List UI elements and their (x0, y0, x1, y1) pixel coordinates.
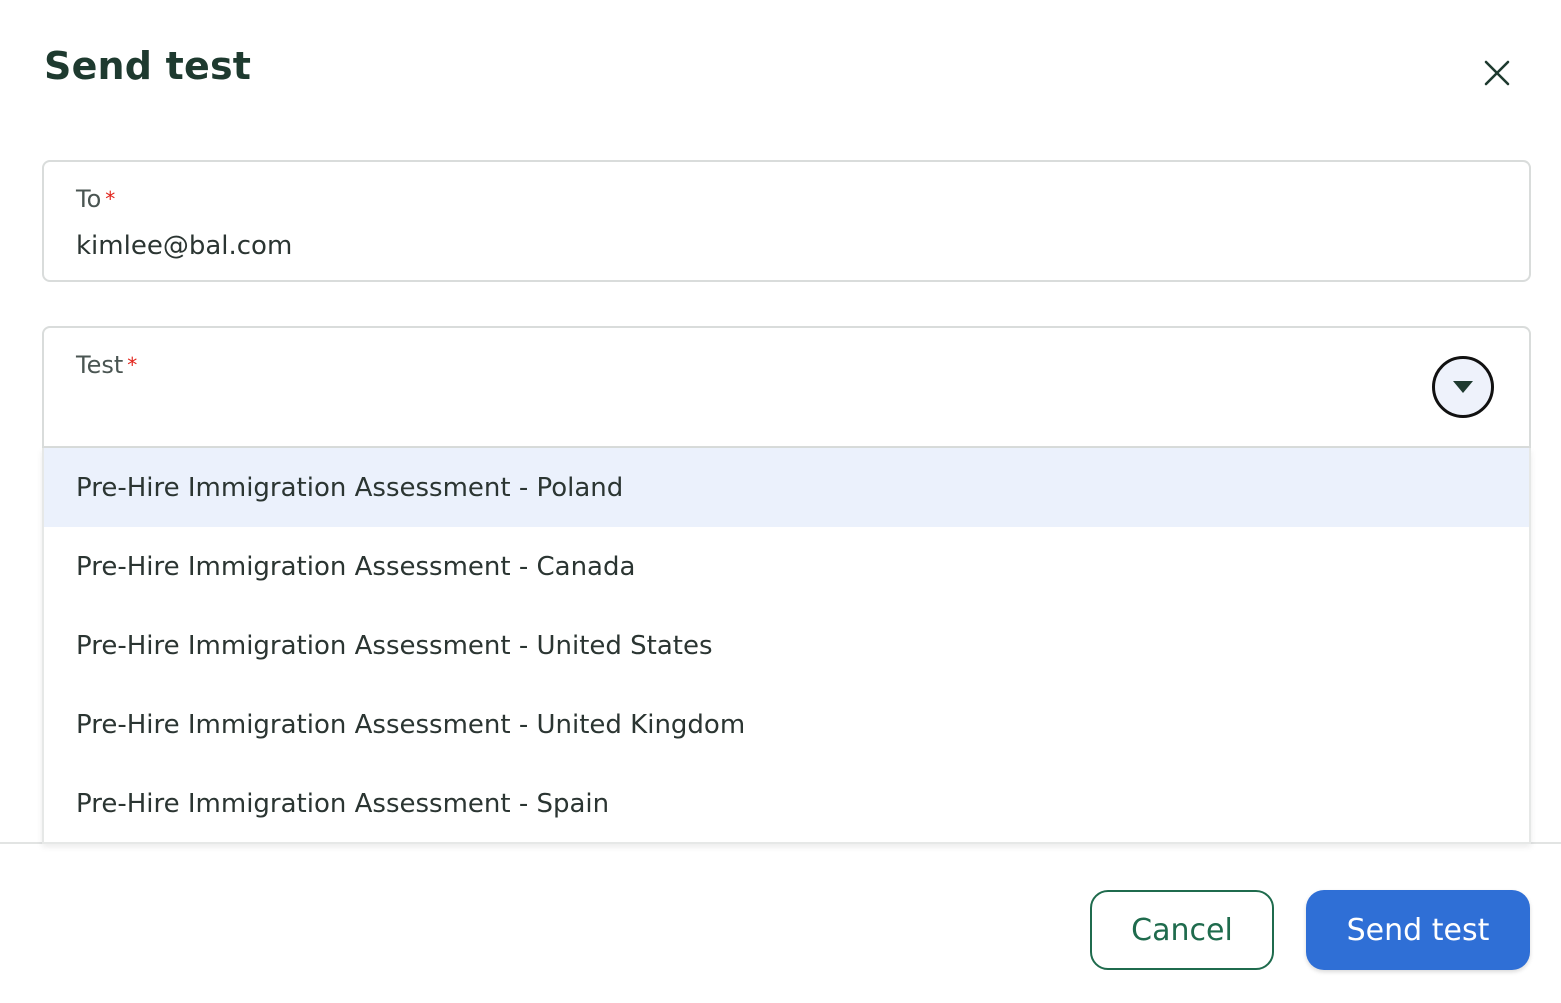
test-options-list: Pre-Hire Immigration Assessment - Poland… (42, 448, 1531, 844)
send-test-dialog: Send test To * kimlee@bal.com Test * Pre-H… (0, 0, 1561, 1003)
cancel-button[interactable]: Cancel (1090, 890, 1274, 970)
required-mark: * (105, 187, 116, 211)
test-select[interactable]: Test * (42, 326, 1531, 448)
option-item[interactable]: Pre-Hire Immigration Assessment - Canada (44, 527, 1529, 606)
required-mark: * (127, 353, 138, 377)
option-item[interactable]: Pre-Hire Immigration Assessment - United… (44, 685, 1529, 764)
close-button[interactable] (1474, 50, 1520, 96)
option-item[interactable]: Pre-Hire Immigration Assessment - Poland (44, 448, 1529, 527)
caret-down-icon (1453, 381, 1473, 393)
close-icon (1484, 60, 1510, 86)
dropdown-toggle-button[interactable] (1432, 356, 1494, 418)
to-field-value[interactable]: kimlee@bal.com (76, 228, 292, 264)
option-item[interactable]: Pre-Hire Immigration Assessment - United… (44, 606, 1529, 685)
test-label-text: Test (76, 351, 124, 379)
to-field[interactable]: To * kimlee@bal.com (42, 160, 1531, 282)
dialog-title: Send test (44, 44, 252, 88)
to-field-label: To * (76, 182, 115, 216)
to-label-text: To (76, 185, 102, 213)
test-field-label: Test * (76, 348, 137, 382)
option-item[interactable]: Pre-Hire Immigration Assessment - Spain (44, 764, 1529, 843)
send-test-button[interactable]: Send test (1306, 890, 1530, 970)
